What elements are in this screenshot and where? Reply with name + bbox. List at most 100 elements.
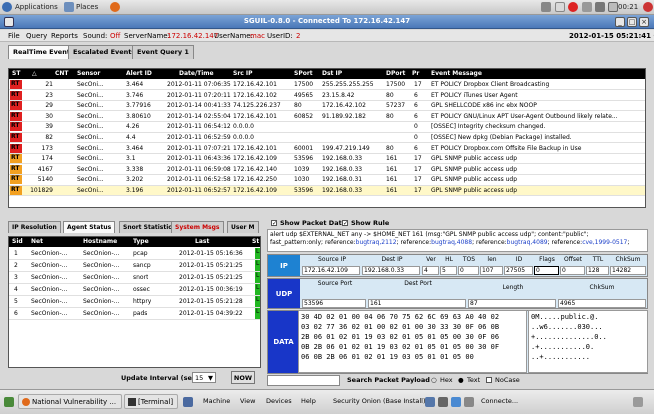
ref-link-1[interactable]: bugtraq,2112 <box>356 239 397 246</box>
event-row[interactable]: RT 82 SecOni... 4.4 2012-01-11 06:52:59 0.0.0… <box>9 133 645 144</box>
col-cnt[interactable]: CNT <box>55 70 69 77</box>
agent-row[interactable]: 5 SecOnion-... SecOnion-... httpry 2012-01-1… <box>9 296 260 308</box>
tab-escalated-events[interactable]: Escalated Events <box>68 45 141 59</box>
payload-hex[interactable]: 30 4D 02 01 00 04 06 70 75 62 6C 69 63 A… <box>298 310 527 373</box>
col-hostname[interactable]: Hostname <box>83 238 117 245</box>
ip-ttl-field[interactable]: 128 <box>586 266 609 275</box>
now-button[interactable]: NOW <box>231 371 255 384</box>
taskbar-firefox[interactable]: National Vulnerability ... <box>18 394 122 409</box>
ip-src-field[interactable]: 172.16.42.109 <box>302 266 360 275</box>
power-icon[interactable] <box>643 2 653 12</box>
ip-dst-field[interactable]: 192.168.0.33 <box>362 266 420 275</box>
udp-src-field[interactable]: 53596 <box>302 299 366 308</box>
ref-link-4[interactable]: cve,1999-0517 <box>582 239 627 246</box>
agent-row[interactable]: 6 SecOnion-... SecOnion-... pads 2012-01-15 … <box>9 308 260 320</box>
ip-offset-field[interactable]: 0 <box>560 266 585 275</box>
menu-reports[interactable]: Reports <box>51 32 78 40</box>
event-status-badge[interactable]: RT <box>10 90 22 100</box>
event-status-badge[interactable]: RT <box>10 143 22 153</box>
col-status[interactable]: St <box>252 238 259 245</box>
event-row[interactable]: RT 23 SecOni... 3.746 2012-01-11 07:20:11 172… <box>9 90 645 101</box>
col-dport[interactable]: DPort <box>386 70 405 77</box>
applications-menu[interactable]: Applications <box>15 3 58 11</box>
ip-len-field[interactable]: 107 <box>480 266 503 275</box>
search-payload-button[interactable]: Search Packet Payload <box>347 376 430 384</box>
event-row[interactable]: RT 5140 SecOni... 3.202 2012-01-11 06:52:58 1… <box>9 175 645 186</box>
event-row[interactable]: RT 101829 SecOni... 3.196 2012-01-11 06:52:5… <box>9 186 645 197</box>
udp-chksum-field[interactable]: 4965 <box>558 299 646 308</box>
agent-row[interactable]: 3 SecOnion-... SecOnion-... snort 2012-01-15… <box>9 272 260 284</box>
show-rule-checkbox[interactable]: ✓ <box>342 220 348 227</box>
col-event-message[interactable]: Event Message <box>431 70 482 77</box>
col-net[interactable]: Net <box>31 238 43 245</box>
sort-icon[interactable]: △ <box>32 70 37 77</box>
col-st[interactable]: ST <box>12 70 20 77</box>
network-icon[interactable] <box>582 2 592 12</box>
sound-value[interactable]: Off <box>110 32 120 40</box>
payload-search-input[interactable] <box>267 375 340 386</box>
event-status-badge[interactable]: RT <box>10 175 22 185</box>
menu-query[interactable]: Query <box>26 32 47 40</box>
col-sid[interactable]: Sid <box>12 238 23 245</box>
tab-user-msgs[interactable]: User M <box>227 221 259 233</box>
tab-event-query-1[interactable]: Event Query 1 <box>132 45 194 59</box>
event-row[interactable]: RT 30 SecOni... 3.80610 2012-01-14 02:55:04 1… <box>9 111 645 123</box>
tray-app-icon[interactable] <box>541 2 551 12</box>
agent-row[interactable]: 1 SecOnion-... SecOnion-... pcap 2012-01-15 … <box>9 248 260 260</box>
ip-ver-field[interactable]: 4 <box>422 266 439 275</box>
tab-ip-resolution[interactable]: IP Resolution <box>8 221 61 233</box>
col-pr[interactable]: Pr <box>412 70 419 77</box>
col-src-ip[interactable]: Src IP <box>233 70 253 77</box>
trash-icon[interactable] <box>633 397 643 407</box>
taskbar-edit-icon[interactable] <box>183 397 193 407</box>
col-dst-ip[interactable]: Dst IP <box>322 70 342 77</box>
vbox-menu-devices[interactable]: Devices <box>266 397 292 405</box>
event-status-badge[interactable]: RT <box>10 80 22 89</box>
maximize-icon[interactable]: □ <box>627 17 637 27</box>
udp-dst-field[interactable]: 161 <box>368 299 466 308</box>
vbox-menu-machine[interactable]: Machine <box>203 397 230 405</box>
ip-tos-field[interactable]: 0 <box>458 266 479 275</box>
tab-agent-status[interactable]: Agent Status <box>63 221 116 233</box>
agent-row[interactable]: 4 SecOnion-... SecOnion-... ossec 2012-01-15… <box>9 284 260 296</box>
col-sensor[interactable]: Sensor <box>77 70 100 77</box>
minimize-icon[interactable]: _ <box>615 17 625 27</box>
menu-file[interactable]: File <box>8 32 20 40</box>
close-icon[interactable]: × <box>639 17 649 27</box>
event-row[interactable]: RT 4167 SecOni... 3.338 2012-01-11 06:59:08 1… <box>9 164 645 176</box>
event-row[interactable]: RT 21 SecOni... 3.464 2012-01-11 07:06:35 172… <box>9 80 645 91</box>
vbox-menu-view[interactable]: View <box>240 397 255 405</box>
hex-radio-icon[interactable]: ○ <box>431 376 437 384</box>
show-packet-checkbox[interactable]: ✓ <box>271 220 277 227</box>
event-status-badge[interactable]: RT <box>10 122 22 132</box>
event-status-badge[interactable]: RT <box>10 164 22 174</box>
panel-clock[interactable]: 00:21 <box>618 3 638 11</box>
udp-len-field[interactable]: 87 <box>468 299 556 308</box>
event-status-badge[interactable]: RT <box>10 133 22 142</box>
event-status-badge[interactable]: RT <box>10 186 22 195</box>
event-status-badge[interactable]: RT <box>10 101 22 111</box>
show-desktop-icon[interactable] <box>4 397 14 407</box>
mail-icon[interactable] <box>608 2 618 12</box>
update-interval-select[interactable]: 15 ▼ <box>192 372 216 383</box>
payload-ascii[interactable]: 0M.....public.@. ..w6.......030... +....… <box>528 310 648 373</box>
vbox-hdd-icon[interactable] <box>425 397 435 407</box>
event-status-badge[interactable]: RT <box>10 154 22 164</box>
window-titlebar[interactable]: SGUIL-0.8.0 - Connected To 172.16.42.147… <box>0 15 654 29</box>
ref-link-3[interactable]: bugtraq,4089 <box>507 239 548 246</box>
nocase-checkbox[interactable] <box>486 377 492 383</box>
ip-hl-field[interactable]: 5 <box>440 266 457 275</box>
tray-user-icon[interactable] <box>555 2 565 12</box>
text-radio-icon[interactable]: ● <box>458 376 464 384</box>
col-last[interactable]: Last <box>195 238 209 245</box>
taskbar-connect[interactable]: Connecte... <box>481 397 518 405</box>
taskbar-terminal[interactable]: [Terminal] <box>124 394 178 409</box>
places-menu-icon[interactable] <box>64 2 74 12</box>
tab-system-msgs[interactable]: System Msgs <box>171 221 224 233</box>
ip-chksum-field[interactable]: 14282 <box>610 266 646 275</box>
applications-menu-icon[interactable] <box>2 2 12 12</box>
vbox-optical-icon[interactable] <box>438 397 448 407</box>
event-row[interactable]: RT 174 SecOni... 3.1 2012-01-11 06:43:36 172.… <box>9 154 645 165</box>
places-menu[interactable]: Places <box>76 3 98 11</box>
update-notifier-icon[interactable] <box>568 2 578 12</box>
